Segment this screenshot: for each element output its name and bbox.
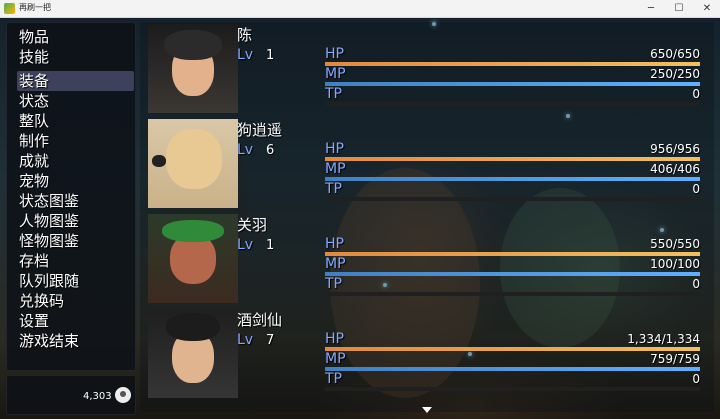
actor-name: 酒剑仙 [237,311,283,329]
money-bag-icon [115,387,131,403]
mp-gauge-fill [325,177,700,181]
tp-gauge [325,292,700,296]
app-icon [4,3,15,14]
hp-value: 650/650 [650,47,700,61]
hp-gauge-fill [325,62,700,66]
level-value: 1 [266,238,275,253]
actor-headband [162,220,224,242]
tp-gauge [325,197,700,201]
tp-label: TP [325,181,342,197]
level-value: 6 [266,143,275,158]
hp-gauge [325,62,700,66]
level-label: Lv [237,237,254,253]
hp-label: HP [325,46,344,62]
hp-label: HP [325,141,344,157]
level-value: 1 [266,48,275,63]
actor-face [166,129,222,189]
close-icon[interactable]: ✕ [692,0,720,18]
mp-gauge [325,82,700,86]
tp-gauge [325,387,700,391]
tp-value: 0 [692,87,700,101]
actor-portrait[interactable] [148,24,238,113]
minimize-icon[interactable]: ─ [636,0,666,18]
level-label: Lv [237,142,254,158]
actor-portrait[interactable] [148,119,238,208]
actor-hair [164,30,222,60]
mp-gauge-fill [325,272,700,276]
actor-portrait[interactable] [148,214,238,303]
maximize-icon[interactable]: ☐ [664,0,694,18]
tp-label: TP [325,276,342,292]
mp-gauge-fill [325,367,700,371]
mp-label: MP [325,256,346,272]
actor-nose [152,155,166,167]
tp-value: 0 [692,372,700,386]
menu-item-redeem-code[interactable]: 兑换码 [19,291,64,311]
tp-label: TP [325,86,342,102]
hp-gauge-fill [325,157,700,161]
actor-name: 陈 [237,26,253,44]
scroll-down-arrow-icon[interactable] [422,407,432,413]
mp-value: 759/759 [650,352,700,366]
hp-value: 956/956 [650,142,700,156]
menu-item-crafting[interactable]: 制作 [19,131,49,151]
hp-value: 550/550 [650,237,700,251]
menu-item-status[interactable]: 状态 [19,91,49,111]
hp-value: 1,334/1,334 [627,332,700,346]
level-label: Lv [237,332,254,348]
mp-value: 100/100 [650,257,700,271]
hp-gauge-fill [325,347,700,351]
hp-label: HP [325,331,344,347]
menu-item-equip[interactable]: 装备 [19,71,49,91]
hp-gauge [325,157,700,161]
mp-label: MP [325,66,346,82]
actor-hair [166,313,220,341]
menu-item-save[interactable]: 存档 [19,251,49,271]
actor-name: 关羽 [237,216,268,234]
mp-value: 250/250 [650,67,700,81]
mp-gauge [325,177,700,181]
tp-gauge [325,102,700,106]
menu-item-options[interactable]: 设置 [19,311,49,331]
gold-window: 4,303 [6,375,136,415]
mp-label: MP [325,161,346,177]
hp-label: HP [325,236,344,252]
tp-value: 0 [692,277,700,291]
level-label: Lv [237,47,254,63]
tp-label: TP [325,371,342,387]
menu-item-state-codex[interactable]: 状态图鉴 [19,191,79,211]
command-menu: 物品 技能 装备 状态 整队 制作 成就 宠物 状态图鉴 人物图鉴 怪物图鉴 存… [6,22,136,371]
menu-item-skills[interactable]: 技能 [19,47,49,67]
mp-value: 406/406 [650,162,700,176]
tp-value: 0 [692,182,700,196]
hp-gauge [325,347,700,351]
gold-amount: 4,303 [83,391,112,402]
level-value: 7 [266,333,275,348]
menu-item-party-follow[interactable]: 队列跟随 [19,271,79,291]
actor-portrait[interactable] [148,309,238,398]
actor-name: 狗逍遥 [237,121,283,139]
menu-item-formation[interactable]: 整队 [19,111,49,131]
menu-item-monster-codex[interactable]: 怪物图鉴 [19,231,79,251]
mp-gauge-fill [325,82,700,86]
menu-item-achievements[interactable]: 成就 [19,151,49,171]
mp-label: MP [325,351,346,367]
mp-gauge [325,367,700,371]
window-titlebar: 再刷一把 ─ ☐ ✕ [0,0,720,18]
window-title: 再刷一把 [19,3,51,12]
menu-item-character-codex[interactable]: 人物图鉴 [19,211,79,231]
mp-gauge [325,272,700,276]
game-viewport: 物品 技能 装备 状态 整队 制作 成就 宠物 状态图鉴 人物图鉴 怪物图鉴 存… [0,18,720,419]
menu-item-pets[interactable]: 宠物 [19,171,49,191]
hp-gauge-fill [325,252,700,256]
menu-item-game-end[interactable]: 游戏结束 [19,331,79,351]
menu-item-items[interactable]: 物品 [19,27,49,47]
party-status-window: 陈 Lv 1 HP 650/650 MP 250/250 TP 0 狗逍遥 Lv… [140,22,714,412]
hp-gauge [325,252,700,256]
